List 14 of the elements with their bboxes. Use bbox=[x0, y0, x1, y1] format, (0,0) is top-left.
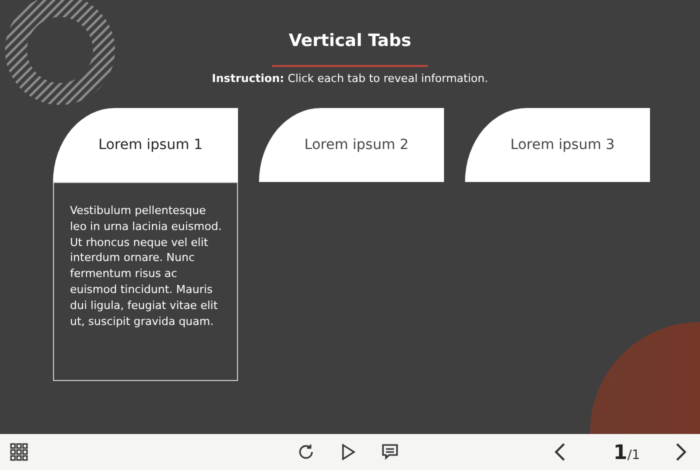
play-icon[interactable] bbox=[339, 443, 357, 461]
menu-grid-icon[interactable] bbox=[10, 443, 28, 461]
previous-icon[interactable] bbox=[553, 442, 568, 462]
comment-icon[interactable] bbox=[381, 443, 399, 461]
tab[interactable]: Lorem ipsum 2 bbox=[259, 108, 444, 182]
replay-icon[interactable] bbox=[297, 443, 315, 461]
tab[interactable]: Lorem ipsum 3 bbox=[465, 108, 650, 182]
instruction-text: Instruction: Click each tab to reveal information. bbox=[212, 72, 488, 85]
slide-title: Vertical Tabs bbox=[288, 30, 412, 52]
tab-content-text: Vestibulum pellentesque leo in urna lacinia euismod. Ut rhoncus neque vel elit interdum ornare. Nunc fermentum risus ac euismod tincidunt. Mauris dui ligula, feugiat vitae elit ut, suscipit gravida quam. bbox=[70, 203, 223, 330]
tab[interactable]: Lorem ipsum 1 bbox=[53, 108, 238, 182]
page-total: /1 bbox=[627, 448, 640, 463]
page-number: 1 bbox=[613, 440, 628, 464]
next-icon[interactable] bbox=[674, 442, 688, 462]
